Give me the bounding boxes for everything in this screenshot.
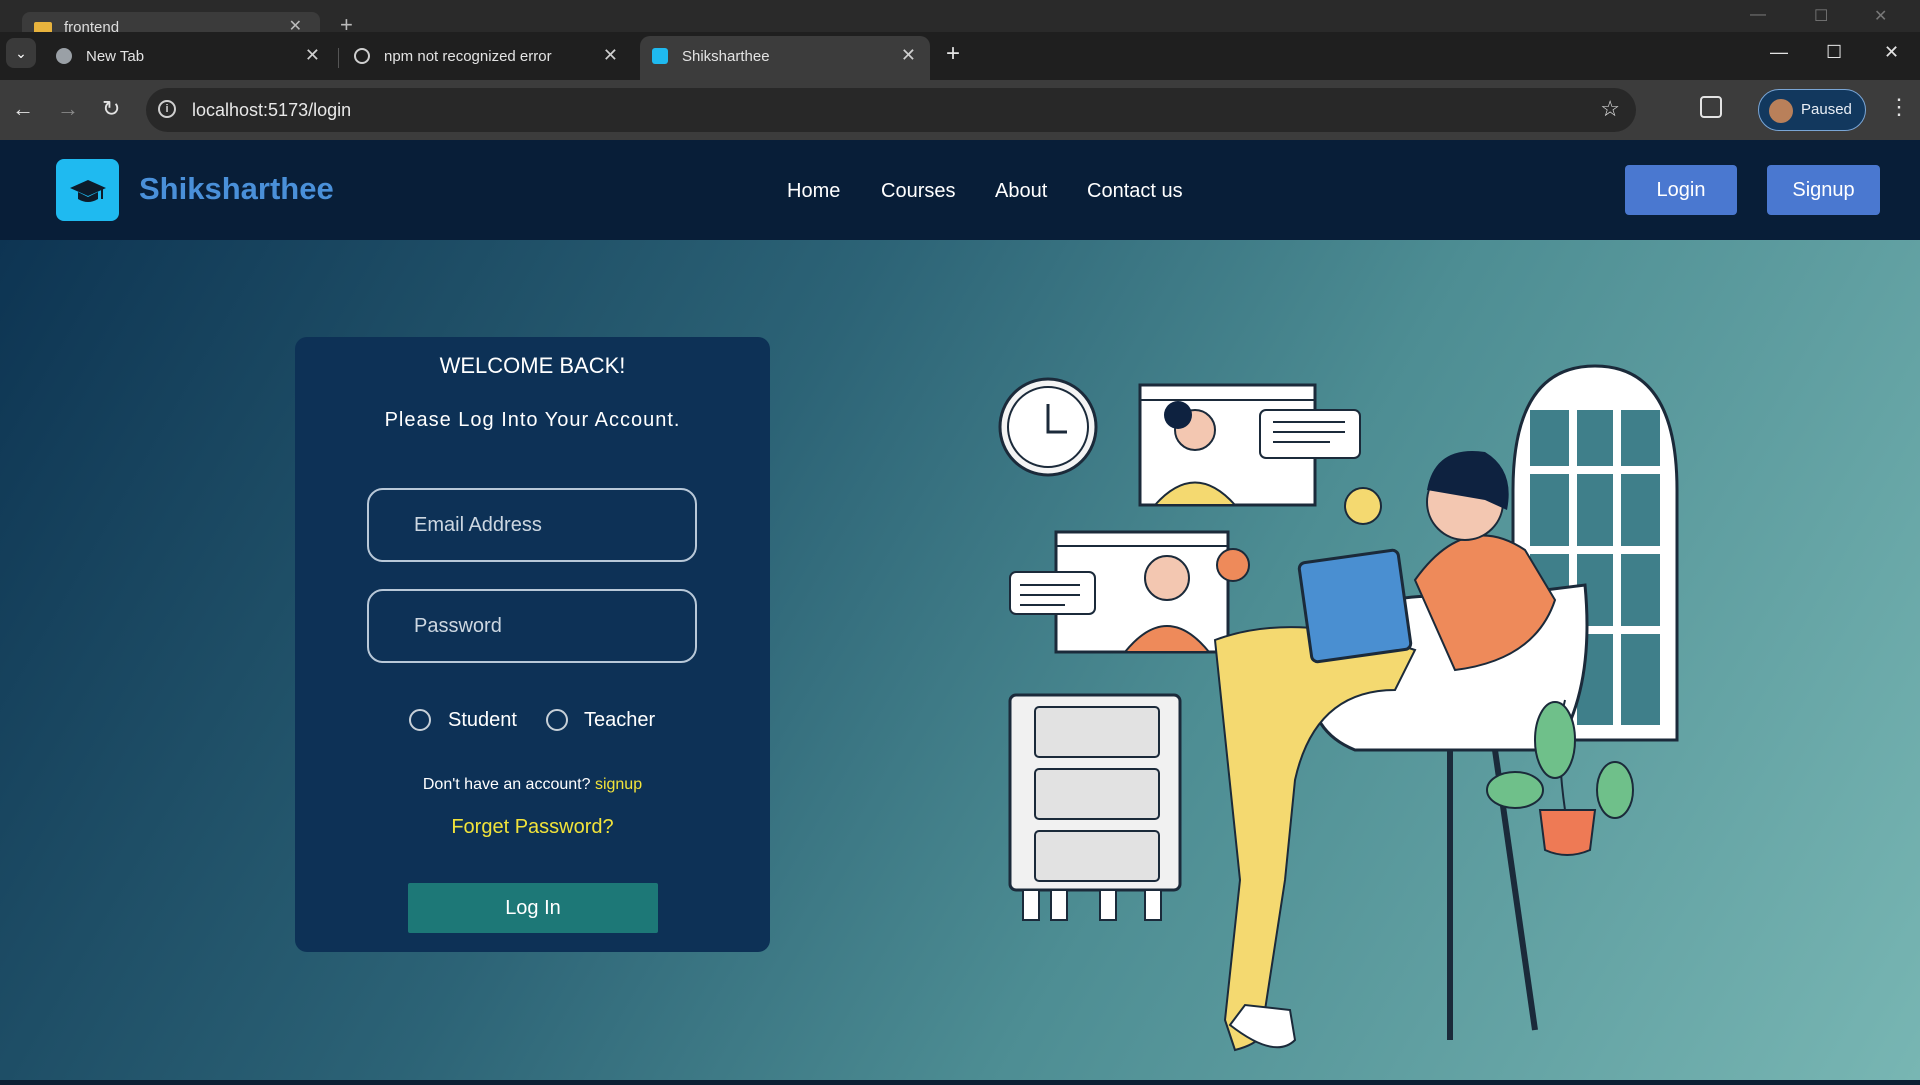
close-window-icon[interactable]: ✕	[1874, 6, 1887, 26]
tab-shiksharthee[interactable]: Shiksharthee ✕	[640, 36, 930, 80]
background-tab[interactable]: frontend ✕	[22, 12, 320, 36]
address-bar[interactable]: i localhost:5173/login ☆	[146, 88, 1636, 132]
nav-about[interactable]: About	[995, 180, 1047, 203]
avatar	[1769, 99, 1793, 123]
url-text[interactable]: localhost:5173/login	[192, 100, 351, 121]
nav-contact[interactable]: Contact us	[1087, 180, 1183, 203]
maximize-icon[interactable]: ☐	[1814, 6, 1828, 26]
teacher-label[interactable]: Teacher	[584, 709, 655, 732]
signup-prompt-line: Don't have an account? signup	[295, 776, 770, 794]
openai-icon	[354, 48, 370, 64]
tab-title: New Tab	[86, 48, 145, 65]
minimize-icon[interactable]: —	[1770, 42, 1788, 63]
teacher-radio[interactable]	[546, 709, 568, 731]
email-field[interactable]	[367, 488, 697, 562]
tab-new-tab[interactable]: New Tab ✕	[44, 36, 334, 76]
online-learning-illustration	[998, 364, 1679, 1052]
graduation-cap-icon	[70, 180, 106, 202]
password-field[interactable]	[367, 589, 697, 663]
signup-link[interactable]: signup	[595, 776, 642, 793]
tab-title: npm not recognized error	[384, 48, 552, 65]
tab-separator	[338, 48, 339, 68]
maximize-icon[interactable]: ☐	[1826, 42, 1842, 63]
profile-status: Paused	[1801, 101, 1852, 118]
video-call-window-icon	[1138, 383, 1361, 507]
graduation-cap-icon	[652, 48, 668, 64]
signup-prompt: Don't have an account?	[422, 776, 591, 793]
profile-button[interactable]: Paused	[1758, 89, 1866, 131]
login-subtitle: Please Log Into Your Account.	[384, 409, 681, 431]
forward-icon[interactable]: →	[57, 96, 79, 122]
background-browser-window: frontend ✕ + — ☐ ✕	[0, 0, 1920, 37]
new-tab-icon[interactable]: +	[946, 40, 960, 68]
tab-title: Shiksharthee	[682, 48, 770, 65]
bookmark-star-icon[interactable]: ☆	[1600, 96, 1620, 122]
browser-toolbar: ← → ↻ i localhost:5173/login ☆ Paused ⋮	[0, 80, 1920, 140]
forgot-password-link[interactable]: Forget Password?	[295, 816, 770, 839]
login-submit-button[interactable]: Log In	[408, 883, 658, 933]
nav-home[interactable]: Home	[787, 180, 840, 203]
globe-icon	[56, 48, 72, 64]
site-navbar: Shiksharthee Home Courses About Contact …	[0, 140, 1920, 240]
video-call-window-icon	[1009, 530, 1230, 654]
student-label[interactable]: Student	[448, 709, 517, 732]
drawer-cabinet-icon	[1008, 693, 1182, 921]
clock-icon	[998, 377, 1098, 477]
nav-login-button[interactable]: Login	[1625, 165, 1737, 215]
student-radio[interactable]	[409, 709, 431, 731]
phone-icon	[1216, 548, 1250, 582]
video-camera-icon	[1344, 487, 1382, 525]
close-tab-icon[interactable]: ✕	[901, 45, 916, 66]
web-page: Shiksharthee Home Courses About Contact …	[0, 140, 1920, 1080]
welcome-heading: WELCOME BACK!	[439, 353, 626, 378]
back-icon[interactable]: ←	[12, 96, 34, 122]
nav-signup-button[interactable]: Signup	[1767, 165, 1880, 215]
extensions-icon[interactable]	[1700, 96, 1722, 118]
reload-icon[interactable]: ↻	[102, 96, 120, 122]
login-card: WELCOME BACK! Please Log Into Your Accou…	[295, 337, 770, 952]
tab-bar: ⌄ New Tab ✕ npm not recognized error ✕ S…	[0, 32, 1920, 80]
close-tab-icon[interactable]: ✕	[603, 45, 618, 66]
close-window-icon[interactable]: ✕	[1884, 42, 1899, 63]
minimize-icon[interactable]: —	[1750, 6, 1766, 24]
logo[interactable]	[56, 159, 119, 221]
tab-search-button[interactable]: ⌄	[6, 38, 36, 68]
role-selector: Student Teacher	[295, 707, 770, 737]
brand-name[interactable]: Shiksharthee	[139, 171, 334, 207]
site-info-icon[interactable]: i	[158, 100, 176, 118]
menu-icon[interactable]: ⋮	[1888, 94, 1910, 120]
close-tab-icon[interactable]: ✕	[305, 45, 320, 66]
nav-courses[interactable]: Courses	[881, 180, 955, 203]
tab-npm-error[interactable]: npm not recognized error ✕	[342, 36, 632, 76]
